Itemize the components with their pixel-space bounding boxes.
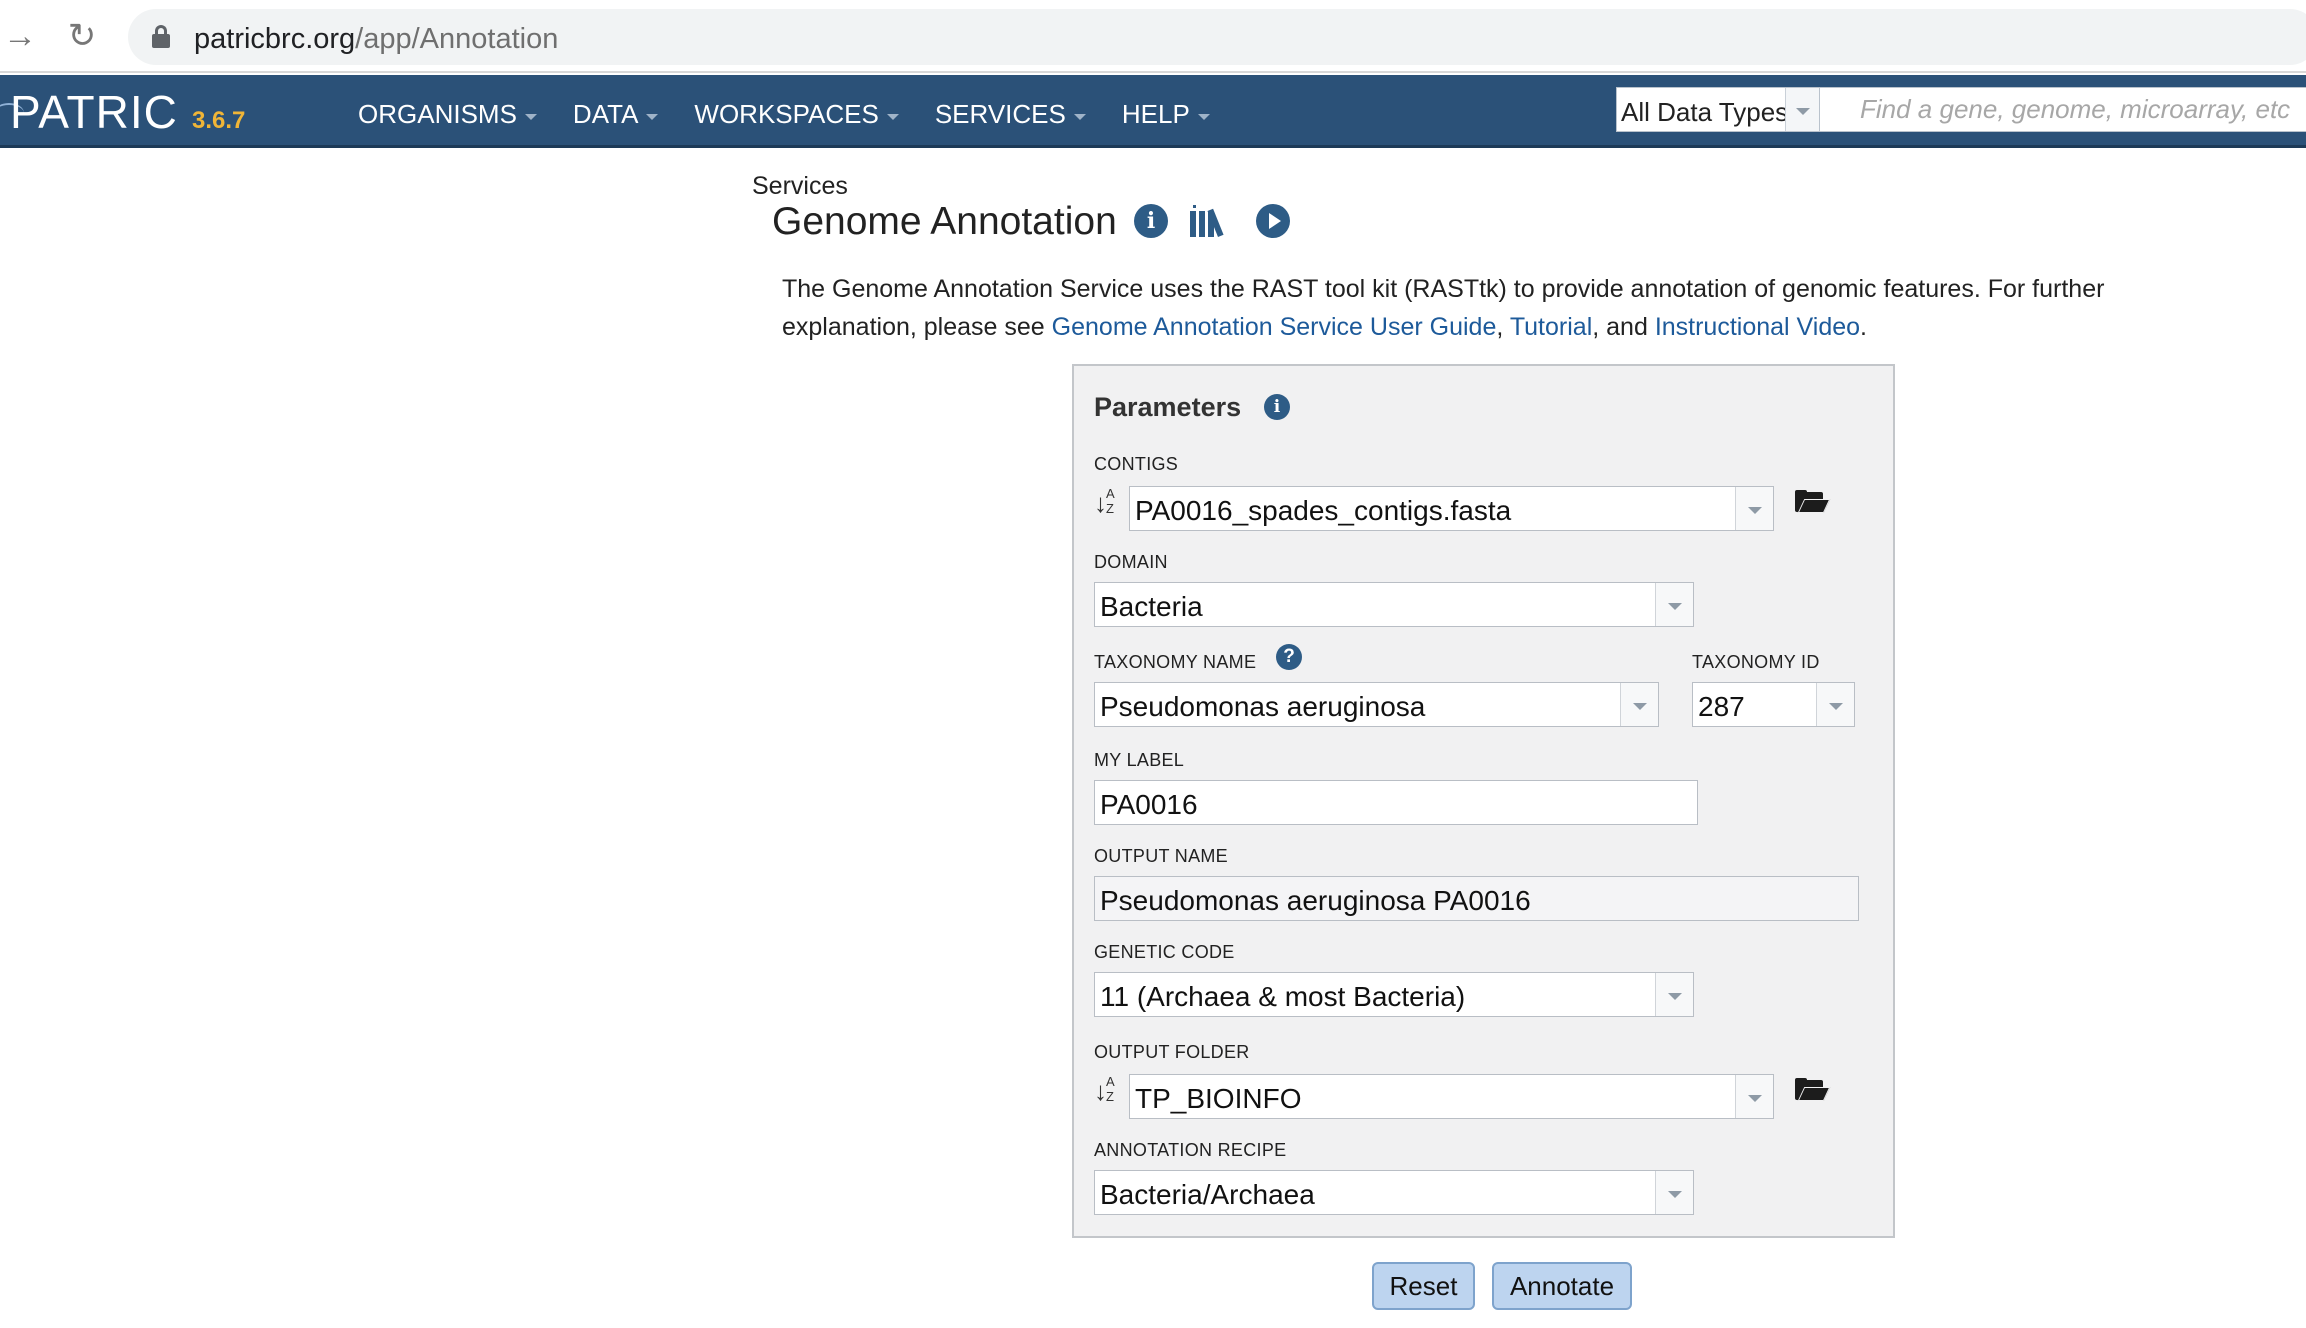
- panel-title: Parameters: [1094, 392, 1242, 422]
- folder-open-icon[interactable]: [1795, 490, 1831, 514]
- output-folder-dropdown-button[interactable]: [1735, 1075, 1773, 1118]
- annotation-recipe-label: ANNOTATION RECIPE: [1094, 1140, 1287, 1160]
- description-separator: , and: [1592, 313, 1655, 341]
- reset-button[interactable]: Reset: [1372, 1262, 1475, 1310]
- domain-select[interactable]: Bacteria: [1094, 582, 1694, 627]
- chevron-down-icon: [1667, 992, 1682, 1000]
- description-separator: ,: [1496, 313, 1510, 341]
- menu-services-label: SERVICES: [934, 99, 1066, 129]
- taxonomy-id-label: TAXONOMY ID: [1692, 652, 1820, 672]
- address-bar[interactable]: patricbrc.org/app/Annotation: [128, 9, 2306, 65]
- menu-workspaces[interactable]: WORKSPACES: [694, 99, 899, 130]
- menu-help-label: HELP: [1121, 99, 1190, 129]
- info-icon[interactable]: i: [1134, 204, 1168, 238]
- chevron-down-icon: [1795, 107, 1810, 115]
- app-header: PATRIC 3.6.7 ORGANISMS DATA WORKSPACES S…: [0, 75, 2306, 148]
- domain-label: DOMAIN: [1094, 552, 1168, 572]
- taxonomy-name-select[interactable]: Pseudomonas aeruginosa: [1094, 682, 1659, 727]
- genetic-code-label: GENETIC CODE: [1094, 942, 1235, 962]
- description-end: .: [1860, 313, 1867, 341]
- lock-icon: [152, 25, 170, 48]
- instructional-video-link[interactable]: Instructional Video: [1655, 313, 1860, 341]
- taxonomy-name-dropdown-button[interactable]: [1620, 683, 1658, 726]
- logo-text: PATRIC: [10, 86, 178, 138]
- tutorial-link[interactable]: Tutorial: [1510, 313, 1592, 341]
- annotate-button[interactable]: Annotate: [1492, 1262, 1632, 1310]
- url-text[interactable]: patricbrc.org/app/Annotation: [194, 23, 558, 56]
- forward-arrow-icon[interactable]: →: [0, 14, 40, 58]
- my-label-value: PA0016: [1100, 789, 1198, 820]
- menu-workspaces-label: WORKSPACES: [694, 99, 879, 129]
- service-description: The Genome Annotation Service uses the R…: [782, 270, 2202, 346]
- caret-down-icon: [524, 113, 537, 120]
- output-name-value: Pseudomonas aeruginosa PA0016: [1100, 885, 1531, 916]
- menu-services[interactable]: SERVICES: [935, 99, 1086, 130]
- search-type-value: All Data Types: [1621, 97, 1789, 127]
- domain-dropdown-button[interactable]: [1655, 583, 1693, 626]
- annotation-recipe-select[interactable]: Bacteria/Archaea: [1094, 1170, 1694, 1215]
- sort-az-text: A Z: [1106, 1074, 1114, 1104]
- sort-az-icon[interactable]: ↓ A Z: [1094, 486, 1120, 520]
- caret-down-icon: [886, 113, 899, 120]
- parameters-info-icon[interactable]: i: [1264, 394, 1290, 420]
- taxonomy-name-label: TAXONOMY NAME: [1094, 652, 1257, 672]
- browser-toolbar: → ↻ patricbrc.org/app/Annotation: [0, 0, 2306, 73]
- version-label: 3.6.7: [192, 107, 246, 134]
- url-host: patricbrc.org: [194, 23, 356, 55]
- title-icon-group: i: [1134, 204, 1290, 238]
- genetic-code-select[interactable]: 11 (Archaea & most Bacteria): [1094, 972, 1694, 1017]
- contigs-dropdown-button[interactable]: [1735, 487, 1773, 530]
- chevron-down-icon: [1667, 1190, 1682, 1198]
- taxonomy-id-value: 287: [1698, 691, 1745, 722]
- caret-down-icon: [646, 113, 659, 120]
- domain-value: Bacteria: [1100, 591, 1203, 622]
- search-type-dropdown-button[interactable]: [1785, 88, 1819, 131]
- output-folder-select[interactable]: TP_BIOINFO: [1129, 1074, 1774, 1119]
- taxonomy-id-select[interactable]: 287: [1692, 682, 1855, 727]
- caret-down-icon: [1073, 113, 1086, 120]
- search-type-select[interactable]: All Data Types: [1616, 87, 1820, 132]
- menu-data-label: DATA: [572, 99, 639, 129]
- my-label-label: MY LABEL: [1094, 750, 1185, 770]
- sort-az-text: A Z: [1106, 486, 1114, 516]
- url-path: /app/Annotation: [355, 23, 559, 55]
- output-name-label: OUTPUT NAME: [1094, 846, 1228, 866]
- reload-icon[interactable]: ↻: [62, 14, 102, 58]
- chevron-down-icon: [1747, 1094, 1762, 1102]
- annotation-recipe-dropdown-button[interactable]: [1655, 1171, 1693, 1214]
- output-folder-label: OUTPUT FOLDER: [1094, 1042, 1250, 1062]
- my-label-field[interactable]: PA0016: [1094, 780, 1698, 825]
- chevron-down-icon: [1747, 506, 1762, 514]
- chevron-down-icon: [1828, 702, 1843, 710]
- genetic-code-dropdown-button[interactable]: [1655, 973, 1693, 1016]
- library-books-icon[interactable]: [1190, 205, 1234, 237]
- genetic-code-value: 11 (Archaea & most Bacteria): [1100, 981, 1466, 1012]
- main-menu: ORGANISMS DATA WORKSPACES SERVICES HELP: [358, 99, 1246, 130]
- contigs-select[interactable]: PA0016_spades_contigs.fasta: [1129, 486, 1774, 531]
- annotation-recipe-value: Bacteria/Archaea: [1100, 1179, 1315, 1210]
- chevron-down-icon: [1632, 702, 1647, 710]
- output-name-field[interactable]: Pseudomonas aeruginosa PA0016: [1094, 876, 1859, 921]
- menu-organisms-label: ORGANISMS: [358, 99, 517, 129]
- output-folder-value: TP_BIOINFO: [1135, 1083, 1302, 1114]
- sort-az-icon[interactable]: ↓ A Z: [1094, 1074, 1120, 1108]
- folder-open-icon[interactable]: [1795, 1078, 1831, 1102]
- contigs-label: CONTIGS: [1094, 454, 1179, 474]
- menu-help[interactable]: HELP: [1122, 99, 1210, 130]
- taxonomy-id-dropdown-button[interactable]: [1816, 683, 1854, 726]
- chevron-down-icon: [1667, 602, 1682, 610]
- caret-down-icon: [1197, 113, 1210, 120]
- parameters-panel: Parameters i CONTIGS ↓ A Z PA0016_spades_…: [1072, 364, 1895, 1238]
- user-guide-link[interactable]: Genome Annotation Service User Guide: [1052, 313, 1497, 341]
- help-question-icon[interactable]: ?: [1276, 644, 1302, 670]
- taxonomy-name-value: Pseudomonas aeruginosa: [1100, 691, 1426, 722]
- search-input[interactable]: [1820, 88, 2306, 131]
- breadcrumb[interactable]: Services: [752, 172, 848, 201]
- global-search[interactable]: [1820, 87, 2306, 132]
- play-video-icon[interactable]: [1256, 204, 1290, 238]
- menu-data[interactable]: DATA: [572, 99, 659, 130]
- menu-organisms[interactable]: ORGANISMS: [358, 99, 537, 130]
- contigs-value: PA0016_spades_contigs.fasta: [1135, 495, 1512, 526]
- page-title: Genome Annotation: [772, 200, 1117, 243]
